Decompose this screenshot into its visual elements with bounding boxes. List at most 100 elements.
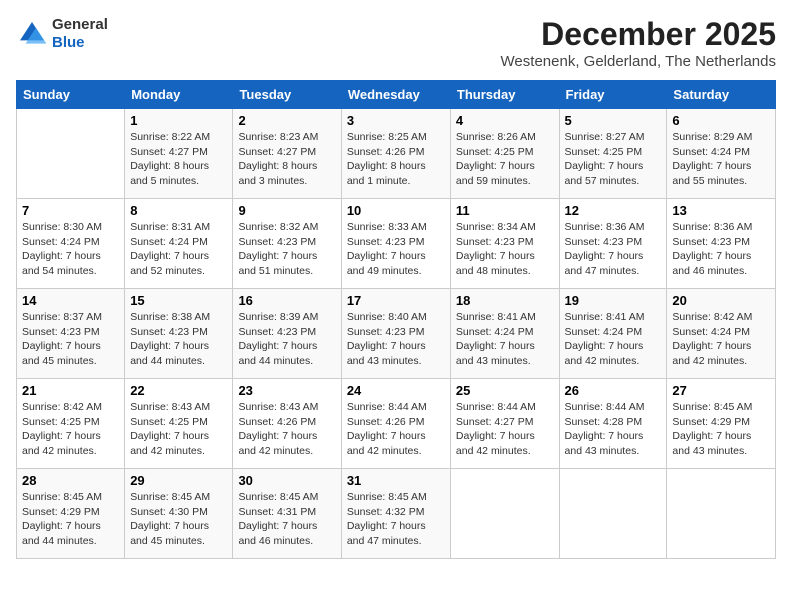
calendar-cell: 14 Sunrise: 8:37 AMSunset: 4:23 PMDayligh… <box>17 289 125 379</box>
cell-content: Sunrise: 8:44 AMSunset: 4:26 PMDaylight:… <box>347 400 445 459</box>
calendar-cell: 27 Sunrise: 8:45 AMSunset: 4:29 PMDayligh… <box>667 379 776 469</box>
month-title: December 2025 <box>501 16 776 53</box>
cell-content: Sunrise: 8:22 AMSunset: 4:27 PMDaylight:… <box>130 130 227 189</box>
header-day-wednesday: Wednesday <box>341 81 450 109</box>
day-number: 1 <box>130 113 227 128</box>
calendar-cell: 15Sunrise: 8:38 AMSunset: 4:23 PMDayligh… <box>125 289 233 379</box>
header-row: SundayMondayTuesdayWednesdayThursdayFrid… <box>17 81 776 109</box>
calendar-cell: 21 Sunrise: 8:42 AMSunset: 4:25 PMDayligh… <box>17 379 125 469</box>
cell-content: Sunrise: 8:23 AMSunset: 4:27 PMDaylight:… <box>238 130 335 189</box>
cell-content: Sunrise: 8:42 AMSunset: 4:24 PMDaylight:… <box>672 310 770 369</box>
cell-content: Sunrise: 8:38 AMSunset: 4:23 PMDaylight:… <box>130 310 227 369</box>
calendar-cell: 11 Sunrise: 8:34 AMSunset: 4:23 PMDayligh… <box>450 199 559 289</box>
calendar-cell: 16 Sunrise: 8:39 AMSunset: 4:23 PMDayligh… <box>233 289 341 379</box>
cell-content: Sunrise: 8:41 AMSunset: 4:24 PMDaylight:… <box>456 310 554 369</box>
calendar-cell: 2 Sunrise: 8:23 AMSunset: 4:27 PMDaylight… <box>233 109 341 199</box>
calendar-cell: 25 Sunrise: 8:44 AMSunset: 4:27 PMDayligh… <box>450 379 559 469</box>
cell-content: Sunrise: 8:45 AMSunset: 4:31 PMDaylight:… <box>238 490 335 549</box>
day-number: 26 <box>565 383 662 398</box>
calendar-cell: 18 Sunrise: 8:41 AMSunset: 4:24 PMDayligh… <box>450 289 559 379</box>
day-number: 8 <box>130 203 227 218</box>
day-number: 18 <box>456 293 554 308</box>
calendar-cell: 8 Sunrise: 8:31 AMSunset: 4:24 PMDaylight… <box>125 199 233 289</box>
day-number: 17 <box>347 293 445 308</box>
calendar-cell: 3Sunrise: 8:25 AMSunset: 4:26 PMDaylight… <box>341 109 450 199</box>
header-day-friday: Friday <box>559 81 667 109</box>
cell-content: Sunrise: 8:34 AMSunset: 4:23 PMDaylight:… <box>456 220 554 279</box>
day-number: 28 <box>22 473 119 488</box>
day-number: 16 <box>238 293 335 308</box>
week-row-2: 14 Sunrise: 8:37 AMSunset: 4:23 PMDayligh… <box>17 289 776 379</box>
week-row-4: 28 Sunrise: 8:45 AMSunset: 4:29 PMDayligh… <box>17 469 776 559</box>
cell-content: Sunrise: 8:42 AMSunset: 4:25 PMDaylight:… <box>22 400 119 459</box>
calendar-cell <box>667 469 776 559</box>
cell-content: Sunrise: 8:25 AMSunset: 4:26 PMDaylight:… <box>347 130 445 189</box>
calendar-cell: 17Sunrise: 8:40 AMSunset: 4:23 PMDayligh… <box>341 289 450 379</box>
day-number: 25 <box>456 383 554 398</box>
cell-content: Sunrise: 8:45 AMSunset: 4:29 PMDaylight:… <box>22 490 119 549</box>
calendar-cell: 1 Sunrise: 8:22 AMSunset: 4:27 PMDaylight… <box>125 109 233 199</box>
day-number: 9 <box>238 203 335 218</box>
day-number: 23 <box>238 383 335 398</box>
calendar-cell: 30 Sunrise: 8:45 AMSunset: 4:31 PMDayligh… <box>233 469 341 559</box>
logo-text: General Blue <box>52 16 108 52</box>
day-number: 27 <box>672 383 770 398</box>
header-day-tuesday: Tuesday <box>233 81 341 109</box>
cell-content: Sunrise: 8:33 AMSunset: 4:23 PMDaylight:… <box>347 220 445 279</box>
header-day-sunday: Sunday <box>17 81 125 109</box>
calendar-cell <box>450 469 559 559</box>
day-number: 29 <box>130 473 227 488</box>
cell-content: Sunrise: 8:32 AMSunset: 4:23 PMDaylight:… <box>238 220 335 279</box>
header-day-monday: Monday <box>125 81 233 109</box>
day-number: 7 <box>22 203 119 218</box>
logo: General Blue <box>16 16 108 52</box>
cell-content: Sunrise: 8:26 AMSunset: 4:25 PMDaylight:… <box>456 130 554 189</box>
calendar-table: SundayMondayTuesdayWednesdayThursdayFrid… <box>16 80 776 559</box>
calendar-cell: 26 Sunrise: 8:44 AMSunset: 4:28 PMDayligh… <box>559 379 667 469</box>
cell-content: Sunrise: 8:36 AMSunset: 4:23 PMDaylight:… <box>565 220 662 279</box>
cell-content: Sunrise: 8:39 AMSunset: 4:23 PMDaylight:… <box>238 310 335 369</box>
calendar-cell: 24Sunrise: 8:44 AMSunset: 4:26 PMDayligh… <box>341 379 450 469</box>
day-number: 14 <box>22 293 119 308</box>
cell-content: Sunrise: 8:44 AMSunset: 4:27 PMDaylight:… <box>456 400 554 459</box>
logo-icon <box>16 18 48 50</box>
cell-content: Sunrise: 8:30 AMSunset: 4:24 PMDaylight:… <box>22 220 119 279</box>
calendar-cell: 7 Sunrise: 8:30 AMSunset: 4:24 PMDaylight… <box>17 199 125 289</box>
cell-content: Sunrise: 8:45 AMSunset: 4:29 PMDaylight:… <box>672 400 770 459</box>
title-block: December 2025 Westenenk, Gelderland, The… <box>501 16 776 70</box>
calendar-cell: 10 Sunrise: 8:33 AMSunset: 4:23 PMDayligh… <box>341 199 450 289</box>
calendar-cell <box>17 109 125 199</box>
week-row-1: 7 Sunrise: 8:30 AMSunset: 4:24 PMDaylight… <box>17 199 776 289</box>
calendar-cell <box>559 469 667 559</box>
calendar-cell: 23Sunrise: 8:43 AMSunset: 4:26 PMDayligh… <box>233 379 341 469</box>
calendar-cell: 19Sunrise: 8:41 AMSunset: 4:24 PMDayligh… <box>559 289 667 379</box>
week-row-0: 1 Sunrise: 8:22 AMSunset: 4:27 PMDaylight… <box>17 109 776 199</box>
day-number: 5 <box>565 113 662 128</box>
cell-content: Sunrise: 8:45 AMSunset: 4:32 PMDaylight:… <box>347 490 445 549</box>
cell-content: Sunrise: 8:37 AMSunset: 4:23 PMDaylight:… <box>22 310 119 369</box>
calendar-cell: 22Sunrise: 8:43 AMSunset: 4:25 PMDayligh… <box>125 379 233 469</box>
cell-content: Sunrise: 8:45 AMSunset: 4:30 PMDaylight:… <box>130 490 227 549</box>
cell-content: Sunrise: 8:31 AMSunset: 4:24 PMDaylight:… <box>130 220 227 279</box>
calendar-cell: 4Sunrise: 8:26 AMSunset: 4:25 PMDaylight… <box>450 109 559 199</box>
day-number: 6 <box>672 113 770 128</box>
day-number: 20 <box>672 293 770 308</box>
header-day-thursday: Thursday <box>450 81 559 109</box>
day-number: 30 <box>238 473 335 488</box>
calendar-cell: 9 Sunrise: 8:32 AMSunset: 4:23 PMDaylight… <box>233 199 341 289</box>
day-number: 13 <box>672 203 770 218</box>
cell-content: Sunrise: 8:44 AMSunset: 4:28 PMDaylight:… <box>565 400 662 459</box>
location: Westenenk, Gelderland, The Netherlands <box>501 53 776 70</box>
page-header: General Blue December 2025 Westenenk, Ge… <box>16 16 776 70</box>
day-number: 21 <box>22 383 119 398</box>
calendar-cell: 20 Sunrise: 8:42 AMSunset: 4:24 PMDayligh… <box>667 289 776 379</box>
day-number: 2 <box>238 113 335 128</box>
calendar-cell: 13Sunrise: 8:36 AMSunset: 4:23 PMDayligh… <box>667 199 776 289</box>
calendar-cell: 12Sunrise: 8:36 AMSunset: 4:23 PMDayligh… <box>559 199 667 289</box>
cell-content: Sunrise: 8:29 AMSunset: 4:24 PMDaylight:… <box>672 130 770 189</box>
day-number: 11 <box>456 203 554 218</box>
cell-content: Sunrise: 8:27 AMSunset: 4:25 PMDaylight:… <box>565 130 662 189</box>
day-number: 10 <box>347 203 445 218</box>
calendar-cell: 28 Sunrise: 8:45 AMSunset: 4:29 PMDayligh… <box>17 469 125 559</box>
day-number: 22 <box>130 383 227 398</box>
